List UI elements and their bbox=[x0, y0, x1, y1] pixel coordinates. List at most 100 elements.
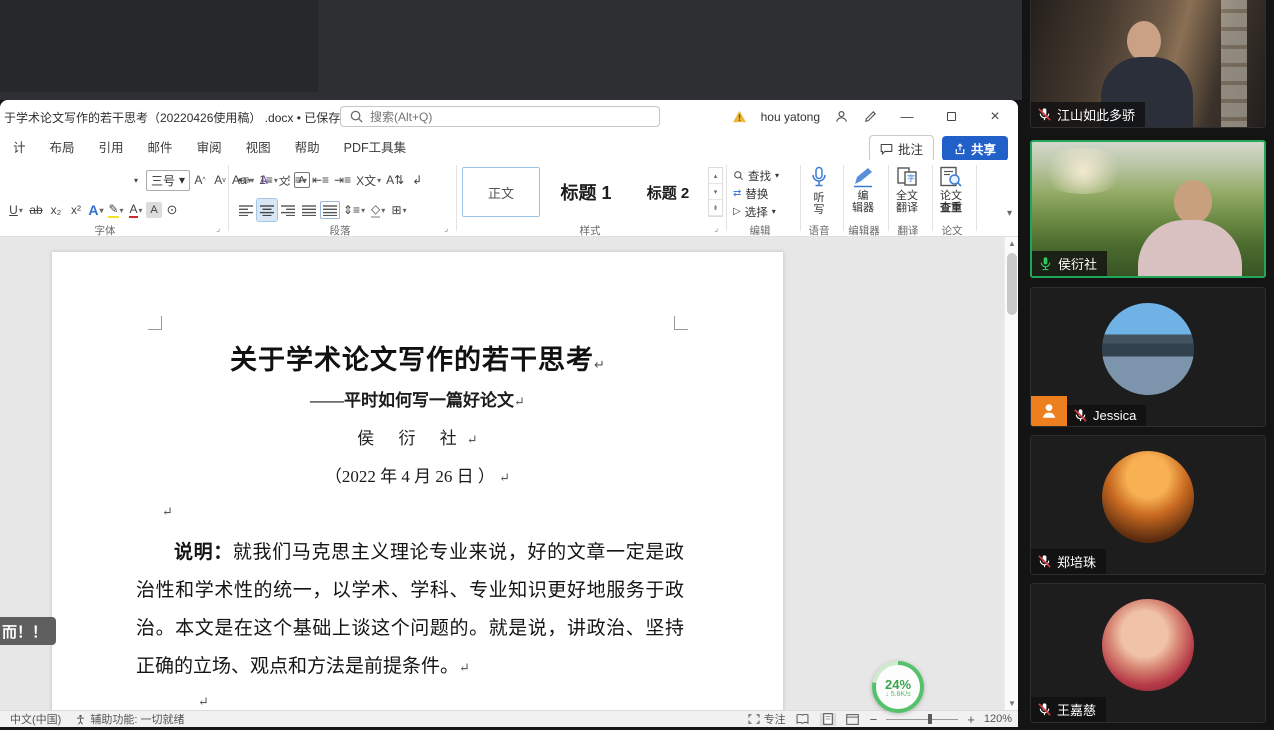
borders-button[interactable]: ⊞ ▾ bbox=[389, 199, 409, 221]
crop-mark-right bbox=[674, 316, 688, 330]
read-mode-button[interactable] bbox=[795, 713, 811, 726]
style-normal[interactable]: 正文 bbox=[462, 167, 540, 217]
document-page[interactable]: 关于学术论文写作的若干思考↵ ——平时如何写一篇好论文↵ 侯 衍 社↵ （202… bbox=[52, 252, 783, 710]
scroll-down-arrow[interactable]: ▼ bbox=[1005, 697, 1018, 710]
zoom-slider-thumb[interactable] bbox=[928, 714, 933, 724]
style-heading1[interactable]: 标题 1 bbox=[546, 167, 626, 217]
asian-layout-button[interactable]: X文 ▾ bbox=[354, 169, 383, 191]
show-marks-button[interactable]: ↲ bbox=[407, 169, 427, 191]
participant-tile-4[interactable]: 郑培珠 bbox=[1030, 435, 1266, 575]
pencil-icon[interactable] bbox=[863, 109, 878, 124]
tab-view[interactable]: 视图 bbox=[235, 133, 282, 160]
focus-mode-button[interactable]: 专注 bbox=[748, 711, 786, 727]
warning-icon[interactable] bbox=[732, 110, 747, 123]
styles-scroll-up[interactable]: ▴ bbox=[709, 168, 722, 184]
participant-tile-2[interactable]: 侯衍社 bbox=[1030, 140, 1266, 278]
tab-review[interactable]: 审阅 bbox=[186, 133, 233, 160]
subscript-button[interactable]: x₂ bbox=[46, 199, 66, 221]
search-input[interactable] bbox=[370, 109, 651, 124]
zoom-in-button[interactable]: + bbox=[967, 712, 975, 727]
accessibility-status[interactable]: 辅助功能: 一切就绪 bbox=[75, 711, 184, 727]
tab-layout[interactable]: 布局 bbox=[39, 133, 86, 160]
share-icon bbox=[955, 142, 965, 154]
paper-check-button[interactable]: 论文 查重 bbox=[930, 166, 972, 222]
style-heading2[interactable]: 标题 2 bbox=[630, 167, 706, 217]
font-color-button[interactable]: A ▾ bbox=[126, 199, 146, 221]
paragraph-dialog-launcher[interactable]: ⌟ bbox=[444, 223, 448, 234]
zoom-level[interactable]: 120% bbox=[984, 713, 1012, 725]
find-icon bbox=[734, 171, 744, 181]
replace-button[interactable]: ⇄ 替换 bbox=[733, 185, 779, 202]
pilcrow-mark: ↵ bbox=[466, 432, 478, 447]
strikethrough-button[interactable]: ab bbox=[26, 199, 46, 221]
share-label: 共享 bbox=[970, 143, 996, 157]
shading-button[interactable]: ◇ ▾ bbox=[368, 199, 388, 221]
editor-button[interactable]: 编 辑器 bbox=[842, 166, 884, 222]
select-button[interactable]: ▷ 选择 ▾ bbox=[733, 203, 779, 220]
zoom-slider[interactable] bbox=[886, 713, 959, 725]
align-left-button[interactable] bbox=[236, 199, 256, 221]
dictate-button[interactable]: 听 写 bbox=[798, 166, 840, 222]
multilevel-list-button[interactable]: ⋮≡ ▾ bbox=[281, 169, 309, 191]
decrease-indent-button[interactable]: ⇤≡ bbox=[310, 169, 331, 191]
select-icon: ▷ bbox=[733, 206, 741, 217]
zoom-out-button[interactable]: − bbox=[870, 712, 878, 727]
font-name-dropdown-caret[interactable]: ▾ bbox=[126, 169, 146, 191]
bullet-list-button[interactable]: •≡ ▾ bbox=[236, 169, 256, 191]
document-canvas[interactable]: 关于学术论文写作的若干思考↵ ——平时如何写一篇好论文↵ 侯 衍 社↵ （202… bbox=[0, 237, 1004, 710]
share-button[interactable]: 共享 bbox=[941, 136, 1008, 161]
doc-body-lead: 说明： bbox=[174, 542, 233, 563]
numbered-list-button[interactable]: 1≡ ▾ bbox=[257, 169, 280, 191]
align-right-button[interactable] bbox=[278, 199, 298, 221]
participant-name: Jessica bbox=[1093, 408, 1137, 423]
highlight-button[interactable]: ✎ ▾ bbox=[106, 199, 126, 221]
user-icon[interactable] bbox=[834, 109, 849, 124]
enclose-character-button[interactable]: ⊙ bbox=[162, 199, 182, 221]
scroll-up-arrow[interactable]: ▲ bbox=[1005, 237, 1018, 250]
superscript-button[interactable]: x² bbox=[66, 199, 86, 221]
language-status[interactable]: 中文(中国) bbox=[10, 711, 61, 727]
align-center-button[interactable] bbox=[256, 198, 278, 222]
restore-button[interactable] bbox=[936, 109, 966, 124]
comments-button[interactable]: 批注 bbox=[868, 135, 934, 162]
tab-pdf-tools[interactable]: PDF工具集 bbox=[333, 133, 418, 160]
styles-scroll-down[interactable]: ▾ bbox=[709, 184, 722, 200]
styles-gallery-more[interactable]: ⇟ bbox=[709, 200, 722, 216]
meeting-background-panel bbox=[0, 0, 318, 92]
distribute-button[interactable] bbox=[320, 201, 340, 219]
web-layout-button[interactable] bbox=[845, 713, 861, 726]
print-layout-button[interactable] bbox=[819, 712, 836, 726]
increase-indent-button[interactable]: ⇥≡ bbox=[332, 169, 353, 191]
tab-help[interactable]: 帮助 bbox=[284, 133, 331, 160]
word-titlebar: 于学术论文写作的若干思考（20220426使用稿） .docx • 已保存到这台… bbox=[0, 100, 1018, 133]
close-button[interactable]: × bbox=[980, 108, 1010, 126]
tab-design[interactable]: 计 bbox=[2, 133, 37, 160]
vertical-scrollbar[interactable]: ▲ ▼ bbox=[1004, 237, 1018, 710]
minimize-button[interactable]: — bbox=[892, 109, 922, 124]
find-button[interactable]: 查找 ▾ bbox=[733, 167, 779, 184]
line-spacing-button[interactable]: ⇕≡ ▾ bbox=[341, 199, 367, 221]
search-box[interactable] bbox=[340, 106, 660, 127]
translate-button[interactable]: 字 全文 翻译 bbox=[886, 166, 928, 222]
mic-muted-icon bbox=[1074, 409, 1087, 422]
account-name[interactable]: hou yatong bbox=[761, 110, 820, 124]
justify-button[interactable] bbox=[299, 199, 319, 221]
participant-tile-3[interactable]: Jessica bbox=[1030, 287, 1266, 427]
sort-button[interactable]: A⇅ bbox=[384, 169, 406, 191]
grow-font-button[interactable]: A ^ bbox=[190, 169, 210, 191]
font-dialog-launcher[interactable]: ⌟ bbox=[216, 223, 220, 234]
tab-mailings[interactable]: 邮件 bbox=[137, 133, 184, 160]
font-size-combo[interactable]: 三号 ▾ bbox=[146, 169, 191, 191]
character-shading-button[interactable]: A bbox=[146, 202, 162, 218]
participant-tile-1[interactable]: 江山如此多骄 bbox=[1030, 0, 1266, 128]
underline-button[interactable]: U ▾ bbox=[6, 199, 26, 221]
paper-check-icon bbox=[940, 166, 962, 187]
collapse-ribbon-button[interactable]: ▾ bbox=[1007, 208, 1012, 219]
text-effects-button[interactable]: A ▾ bbox=[86, 199, 106, 221]
performance-ring-widget[interactable]: 24% ↓ 5.8K/s bbox=[872, 661, 924, 713]
scrollbar-thumb[interactable] bbox=[1007, 253, 1017, 315]
meeting-screen: 于学术论文写作的若干思考（20220426使用稿） .docx • 已保存到这台… bbox=[0, 0, 1274, 730]
tab-references[interactable]: 引用 bbox=[88, 133, 135, 160]
participant-tile-5[interactable]: 王嘉慈 bbox=[1030, 583, 1266, 723]
styles-dialog-launcher[interactable]: ⌟ bbox=[714, 223, 718, 234]
